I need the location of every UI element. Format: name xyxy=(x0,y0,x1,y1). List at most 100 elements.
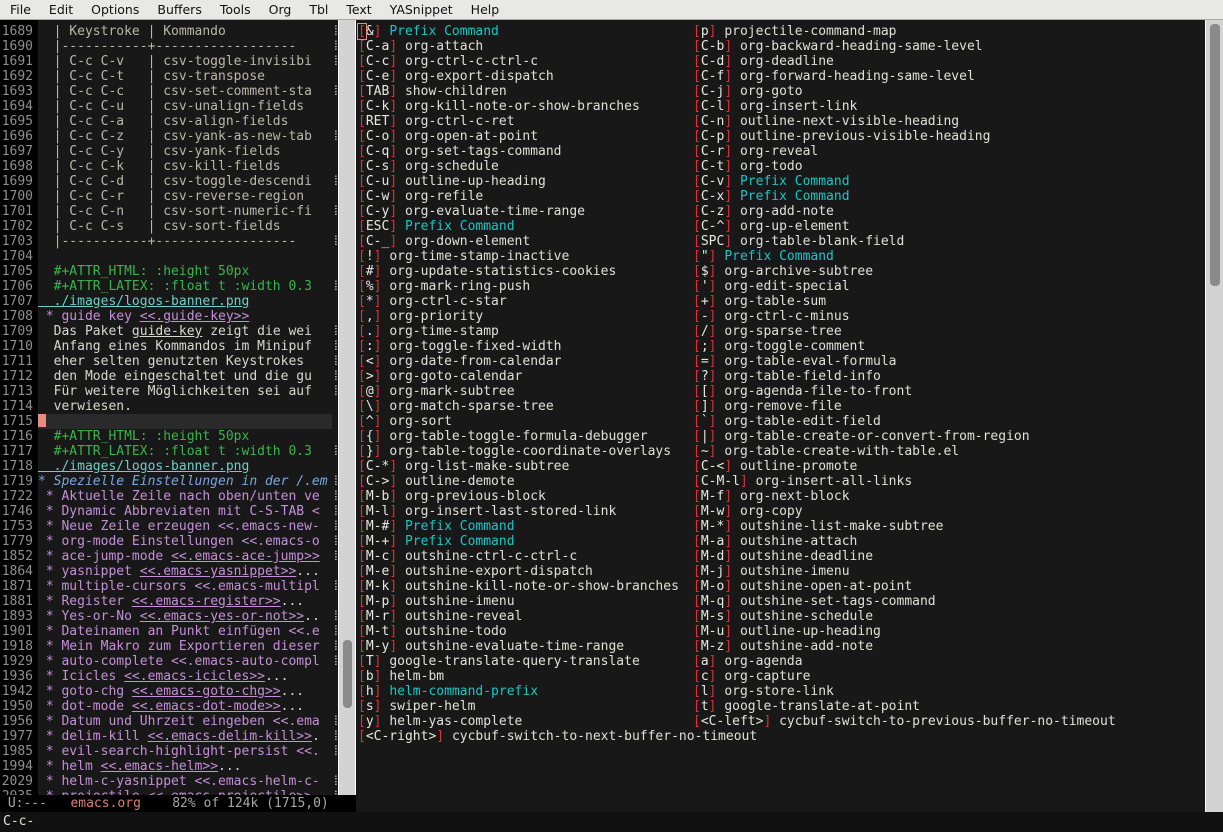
command-name: org-previous-block xyxy=(405,489,546,504)
line-number: 1713 xyxy=(2,384,33,399)
key-label: C-> xyxy=(366,474,389,489)
key-binding-row: ['] org-edit-special xyxy=(693,279,850,294)
key-label: * xyxy=(366,294,374,309)
key-label: M-q xyxy=(701,594,724,609)
menu-item-buffers[interactable]: Buffers xyxy=(148,0,210,19)
key-bracket-close: ] xyxy=(389,594,397,609)
command-name: org-set-tags-command xyxy=(405,144,562,159)
key-label: M-p xyxy=(366,594,389,609)
key-bracket-open: [ xyxy=(358,729,366,744)
key-label: ^ xyxy=(366,414,374,429)
key-bracket-open: [ xyxy=(693,129,701,144)
key-bracket-close: ] xyxy=(389,99,397,114)
key-binding-row: [M-l] org-insert-last-stored-link xyxy=(358,504,616,519)
command-name: org-open-at-point xyxy=(405,129,538,144)
key-label: a xyxy=(701,654,709,669)
key-binding-row: [C-f] org-forward-heading-same-level xyxy=(693,69,975,84)
key-binding-row: [M-e] outshine-export-dispatch xyxy=(358,564,593,579)
buffer-line: den Mode eingeschaltet und die gu xyxy=(38,369,312,384)
left-scrollbar-thumb[interactable] xyxy=(343,640,352,708)
echo-area-minibuffer[interactable]: C-c- xyxy=(0,812,1223,832)
key-binding-row: [;] org-toggle-comment xyxy=(693,339,865,354)
key-label: @ xyxy=(366,384,374,399)
line-number: 1956 xyxy=(2,714,33,729)
key-label: c xyxy=(701,669,709,684)
key-bracket-open: [ xyxy=(693,579,701,594)
key-binding-row: [TAB] show-children xyxy=(358,84,507,99)
right-window-scrollbar[interactable] xyxy=(1205,20,1223,812)
key-bracket-close: ] xyxy=(389,234,397,249)
menu-item-text[interactable]: Text xyxy=(337,0,380,19)
key-binding-row: [$] org-archive-subtree xyxy=(693,264,873,279)
command-name: outshine-imenu xyxy=(405,594,515,609)
buffer-line: * auto-complete <<.emacs-auto-compl xyxy=(38,654,320,669)
menu-item-file[interactable]: File xyxy=(0,0,40,19)
key-bracket-open: [ xyxy=(693,24,701,39)
key-binding-row: [C-<] outline-promote xyxy=(693,459,857,474)
key-bracket-open: [ xyxy=(693,324,701,339)
key-binding-row: [^] org-sort xyxy=(358,414,452,429)
key-bracket-open: [ xyxy=(358,69,366,84)
buffer-line: eher selten genutzten Keystrokes xyxy=(38,354,304,369)
key-binding-row: [T] google-translate-query-translate xyxy=(358,654,640,669)
key-bracket-close: ] xyxy=(389,564,397,579)
menu-item-help[interactable]: Help xyxy=(462,0,509,19)
key-bracket-close: ] xyxy=(724,69,732,84)
command-name: org-export-dispatch xyxy=(405,69,554,84)
key-bracket-close: ] xyxy=(389,579,397,594)
modeline-buffer-name[interactable]: emacs.org xyxy=(70,796,140,811)
key-bracket-close: ] xyxy=(724,39,732,54)
key-label: > xyxy=(366,369,374,384)
command-name: org-remove-file xyxy=(724,399,841,414)
key-bracket-close: ] xyxy=(389,129,397,144)
key-label: M-+ xyxy=(366,534,389,549)
key-bracket-open: [ xyxy=(358,99,366,114)
key-label: M-o xyxy=(701,579,724,594)
menu-item-options[interactable]: Options xyxy=(82,0,148,19)
left-window-org-buffer[interactable]: 1689169016911692169316941695169616971698… xyxy=(0,20,356,812)
modeline-flags: U:--- xyxy=(8,796,47,811)
key-bracket-open: [ xyxy=(693,84,701,99)
key-bracket-open: [ xyxy=(358,24,366,39)
command-name: outshine-list-make-subtree xyxy=(740,519,944,534)
line-number: 1704 xyxy=(2,249,33,264)
buffer-line: * Spezielle Einstellungen in der /.em xyxy=(38,474,328,489)
command-name: outline-previous-visible-heading xyxy=(740,129,990,144)
menu-item-tbl[interactable]: Tbl xyxy=(300,0,337,19)
command-name: org-goto-calendar xyxy=(389,369,522,384)
guide-key-popup-window[interactable]: [&] Prefix Command[C-a] org-attach[C-c] … xyxy=(356,20,1223,812)
menu-item-yasnippet[interactable]: YASnippet xyxy=(381,0,462,19)
key-bracket-close: ] xyxy=(724,459,732,474)
key-bracket-close: ] xyxy=(724,159,732,174)
key-bracket-close: ] xyxy=(389,219,397,234)
key-binding-row: [M-s] outshine-schedule xyxy=(693,609,873,624)
command-name: google-translate-query-translate xyxy=(389,654,639,669)
key-label: TAB xyxy=(366,84,389,99)
org-buffer-text[interactable]: | Keystroke | Kommando |-----------+----… xyxy=(38,20,332,795)
key-bracket-open: [ xyxy=(358,189,366,204)
key-label: : xyxy=(366,339,374,354)
key-label: C-< xyxy=(701,459,724,474)
key-label: C-^ xyxy=(701,219,724,234)
menu-item-org[interactable]: Org xyxy=(260,0,301,19)
key-bracket-open: [ xyxy=(693,669,701,684)
key-bracket-open: [ xyxy=(693,504,701,519)
key-bracket-open: [ xyxy=(358,654,366,669)
buffer-line: | C-c C-k | csv-kill-fields xyxy=(38,159,281,174)
key-label: C-w xyxy=(366,189,389,204)
line-number-gutter: 1689169016911692169316941695169616971698… xyxy=(0,20,38,795)
command-name: org-down-element xyxy=(405,234,530,249)
left-window-scrollbar[interactable] xyxy=(338,20,356,795)
key-bracket-open: [ xyxy=(693,174,701,189)
key-bracket-open: [ xyxy=(358,504,366,519)
key-label: M-t xyxy=(366,624,389,639)
key-bracket-close: ] xyxy=(389,204,397,219)
menu-item-tools[interactable]: Tools xyxy=(211,0,260,19)
key-binding-row: [ESC] Prefix Command xyxy=(358,219,515,234)
menu-item-edit[interactable]: Edit xyxy=(40,0,82,19)
key-binding-row: [C-r] org-reveal xyxy=(693,144,818,159)
line-number: 1716 xyxy=(2,429,33,444)
line-number: 1950 xyxy=(2,699,33,714)
right-scrollbar-thumb[interactable] xyxy=(1210,24,1220,286)
key-bracket-open: [ xyxy=(358,54,366,69)
